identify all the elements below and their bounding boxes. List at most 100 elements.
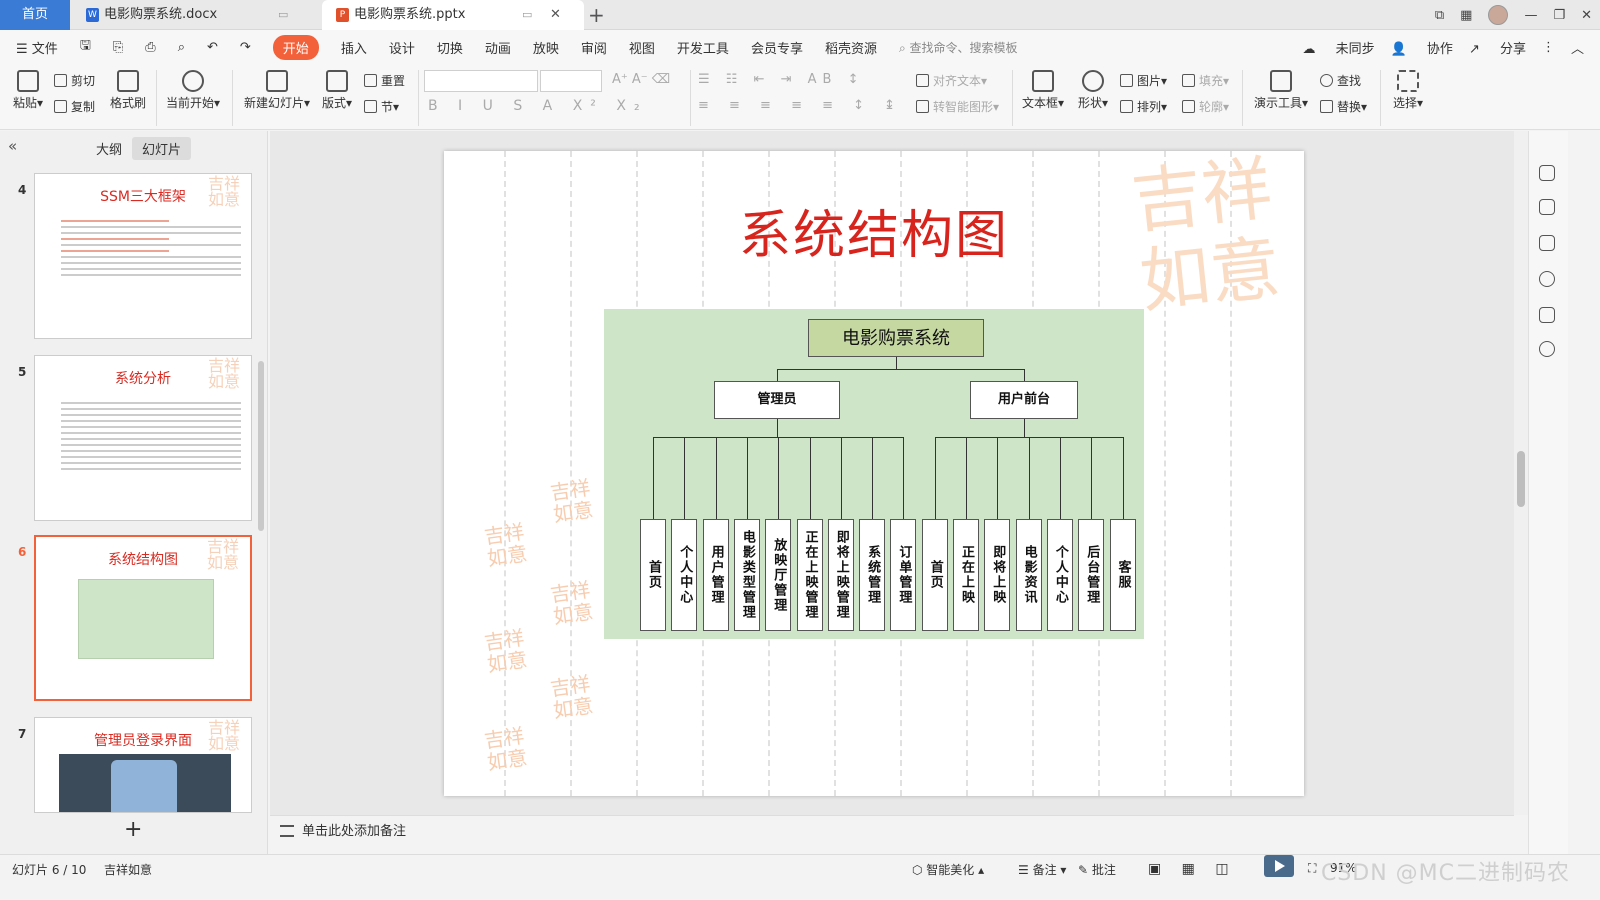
beautify-button[interactable]: ⬡ 智能美化 ▴ — [912, 861, 984, 878]
window-layout-icon[interactable]: ⧉ — [1435, 8, 1444, 23]
command-search[interactable]: ⌕ 查找命令、搜索模板 — [899, 39, 1018, 56]
tab-design[interactable]: 设计 — [389, 38, 415, 57]
presentation-tools-button[interactable]: 演示工具▾ — [1252, 70, 1310, 111]
front-leaf-node[interactable]: 电影资讯 — [1015, 519, 1042, 631]
collapse-panel-icon[interactable]: « — [8, 137, 17, 155]
notes-toggle[interactable]: ☰ 备注 ▾ — [1018, 861, 1066, 878]
format-painter-button[interactable]: 格式刷 — [108, 70, 148, 111]
tab-slides[interactable]: 幻灯片 — [132, 137, 192, 160]
file-menu[interactable]: ☰ 文件 — [16, 38, 58, 57]
font-style-buttons[interactable]: B I U S A X² X₂ — [428, 98, 648, 114]
front-leaf-node[interactable]: 正在上映 — [953, 519, 979, 631]
admin-leaf-node[interactable]: 放映厅管理 — [765, 519, 792, 631]
font-family-select[interactable] — [424, 70, 538, 92]
close-window-icon[interactable]: ✕ — [1581, 8, 1592, 23]
org-admin-node[interactable]: 管理员 — [714, 381, 840, 419]
tab-pptx[interactable]: P 电影购票系统.pptx ▭ ✕ — [322, 0, 584, 30]
font-size-select[interactable] — [540, 70, 602, 92]
maximize-icon[interactable]: ❐ — [1553, 8, 1565, 23]
tab-docer[interactable]: 稻壳资源 — [825, 38, 877, 57]
avatar[interactable] — [1488, 5, 1509, 25]
slideshow-play-button[interactable] — [1264, 855, 1294, 877]
admin-leaf-node[interactable]: 个人中心 — [671, 519, 698, 631]
front-leaf-node[interactable]: 首页 — [921, 519, 948, 631]
layout-button[interactable]: 版式▾ — [320, 70, 354, 111]
more-icon[interactable]: ⋮ — [1542, 40, 1555, 55]
slide-thumbnail-selected[interactable]: 系统结构图 吉祥 如意 — [34, 535, 252, 701]
tab-slideshow[interactable]: 放映 — [533, 38, 559, 57]
preview-icon[interactable]: ⌕ — [178, 40, 185, 55]
new-slide-button[interactable]: 新建幻灯片▾ — [242, 70, 312, 111]
from-current-button[interactable]: 当前开始▾ — [166, 70, 220, 111]
smartart-button[interactable]: 转智能图形▾ — [916, 98, 999, 115]
admin-leaf-node[interactable]: 用户管理 — [702, 519, 729, 631]
slide-thumbnail[interactable]: SSM三大框架 吉祥 如意 — [34, 173, 252, 339]
list-buttons[interactable]: ☰ ☷ ⇤ ⇥ AB ↕ — [698, 72, 864, 87]
tab-float-icon[interactable]: ▭ — [522, 0, 532, 30]
tab-view[interactable]: 视图 — [629, 38, 655, 57]
star-icon[interactable] — [1539, 199, 1555, 215]
undo-icon[interactable]: ↶ — [207, 40, 218, 55]
tab-home-ribbon[interactable]: 开始 — [272, 34, 319, 60]
help-icon[interactable] — [1539, 271, 1555, 287]
tab-member[interactable]: 会员专享 — [751, 38, 803, 57]
share-button[interactable]: ↗ 分享 — [1469, 38, 1526, 57]
tab-review[interactable]: 审阅 — [581, 38, 607, 57]
theme-name[interactable]: 吉祥如意 — [104, 861, 152, 878]
admin-leaf-node[interactable]: 系统管理 — [859, 519, 886, 631]
slide-title[interactable]: 系统结构图 — [444, 193, 1304, 268]
settings-icon[interactable] — [1539, 341, 1555, 357]
textbox-button[interactable]: 文本框▾ — [1020, 70, 1066, 111]
panel-scrollbar[interactable] — [258, 361, 264, 531]
font-size-tools[interactable]: A⁺ A⁻ ⌫ — [612, 72, 670, 87]
admin-leaf-node[interactable]: 电影类型管理 — [733, 519, 760, 631]
paragraph-align-buttons[interactable]: ≡ ≡ ≡ ≡ ≡ ↕ ↨ — [698, 98, 903, 113]
tab-outline[interactable]: 大纲 — [96, 139, 122, 158]
admin-leaf-node[interactable]: 即将上映管理 — [827, 519, 854, 631]
tab-insert[interactable]: 插入 — [341, 38, 367, 57]
admin-leaf-node[interactable]: 首页 — [640, 519, 666, 631]
collaborate-button[interactable]: 👤 协作 — [1391, 38, 1453, 57]
view-mode-buttons[interactable]: ▣ ▦ ◫ — [1148, 861, 1237, 877]
sync-status[interactable]: ☁ 未同步 — [1302, 38, 1374, 57]
tab-docx[interactable]: W 电影购票系统.docx ▭ — [72, 0, 320, 30]
canvas-scrollbar[interactable] — [1514, 131, 1528, 815]
org-chart[interactable]: 电影购票系统 管理员 用户前台 首页 个人中心 用户管理 电影类型管理 放映厅管理 正在上… — [604, 309, 1144, 639]
apps-grid-icon[interactable]: ▦ — [1460, 8, 1472, 23]
picture-button[interactable]: 图片▾ — [1120, 72, 1167, 89]
org-root-node[interactable]: 电影购票系统 — [808, 319, 984, 357]
slide-thumbnail[interactable]: 管理员登录界面 吉祥 如意 — [34, 717, 252, 813]
find-button[interactable]: 查找 — [1320, 72, 1361, 89]
save-icon[interactable]: 🖫 — [80, 36, 91, 58]
section-button[interactable]: 节▾ — [364, 98, 399, 115]
scroll-thumb[interactable] — [1517, 451, 1525, 507]
paste-button[interactable]: 粘贴▾ — [10, 70, 46, 111]
shape-button[interactable]: 形状▾ — [1076, 70, 1110, 111]
export-icon[interactable]: ⎘ — [113, 40, 123, 55]
org-front-node[interactable]: 用户前台 — [970, 381, 1078, 419]
tab-float-icon[interactable]: ▭ — [278, 0, 288, 30]
comments-toggle[interactable]: ✎ 批注 — [1078, 861, 1116, 878]
replace-button[interactable]: 替换▾ — [1320, 98, 1367, 115]
minimize-icon[interactable]: — — [1524, 8, 1537, 23]
tab-developer[interactable]: 开发工具 — [677, 38, 729, 57]
tab-animation[interactable]: 动画 — [485, 38, 511, 57]
admin-leaf-node[interactable]: 订单管理 — [890, 519, 917, 631]
admin-leaf-node[interactable]: 正在上映管理 — [796, 519, 823, 631]
redo-icon[interactable]: ↷ — [240, 40, 251, 55]
add-slide-button[interactable]: + — [124, 817, 142, 842]
arrange-button[interactable]: 排列▾ — [1120, 98, 1167, 115]
home-tab[interactable]: 首页 — [0, 0, 70, 30]
tab-transition[interactable]: 切换 — [437, 38, 463, 57]
property-icon[interactable] — [1539, 165, 1555, 181]
notes-area[interactable]: 单击此处添加备注 — [270, 815, 1514, 847]
current-slide[interactable]: 吉祥 如意 吉祥 如意 吉祥 如意 吉祥 如意 吉祥 如意 吉祥 如意 吉祥 如意 系统结构图… — [444, 151, 1304, 796]
front-leaf-node[interactable]: 个人中心 — [1046, 519, 1073, 631]
slide-thumbnail[interactable]: 系统分析 吉祥 如意 — [34, 355, 252, 521]
reset-button[interactable]: 重置 — [364, 72, 405, 89]
copy-button[interactable]: 复制 — [54, 98, 95, 115]
collapse-ribbon-icon[interactable]: ︿ — [1571, 38, 1584, 57]
align-text-button[interactable]: 对齐文本▾ — [916, 72, 987, 89]
front-leaf-node[interactable]: 即将上映 — [984, 519, 1011, 631]
copy-slide-icon[interactable] — [1539, 235, 1555, 251]
